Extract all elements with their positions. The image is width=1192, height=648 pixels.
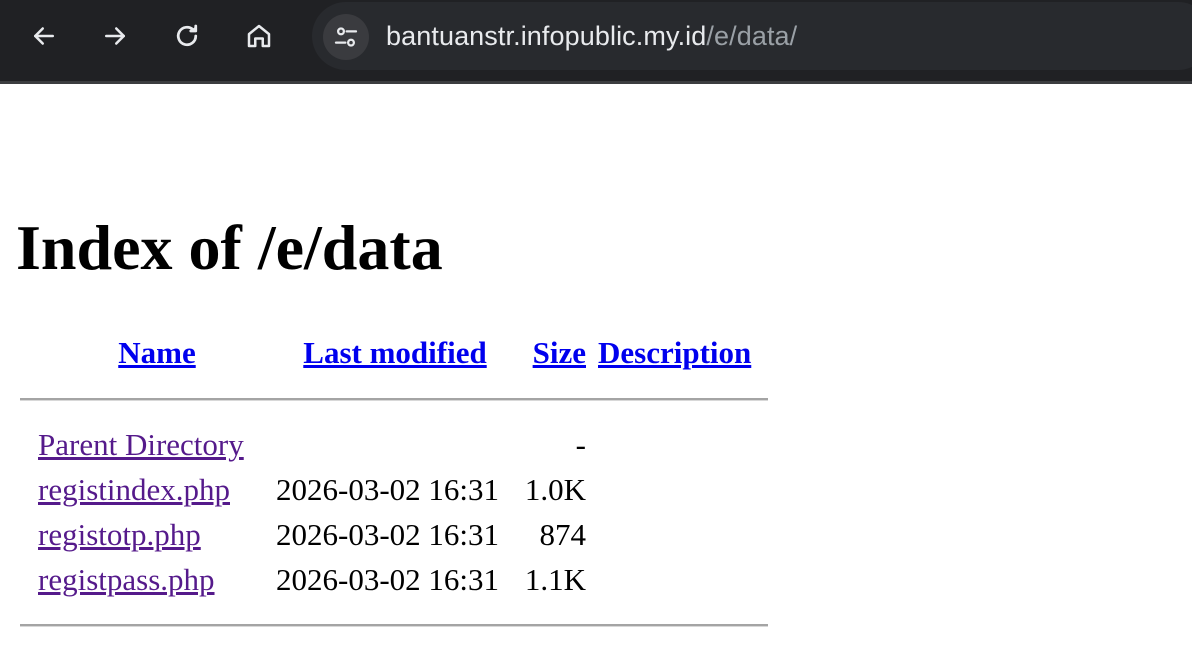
parent-size: - [575, 426, 586, 462]
sort-by-description-link[interactable]: Description [598, 335, 751, 370]
site-settings-icon [334, 27, 358, 47]
top-divider [20, 397, 768, 401]
file-modified: 2026-03-02 16:31 [276, 561, 500, 597]
browser-toolbar: bantuanstr.infopublic.my.id/e/data/ [0, 0, 1192, 84]
size-column-header: Size [514, 330, 586, 376]
file-table: Name Last modified Size Description Pare… [20, 330, 768, 648]
url-host: bantuanstr.infopublic.my.id [386, 21, 707, 51]
file-modified: 2026-03-02 16:31 [276, 516, 500, 552]
parent-directory-link[interactable]: Parent Directory [38, 427, 244, 462]
description-column-header: Description [586, 330, 768, 376]
file-link-registotp[interactable]: registotp.php [38, 517, 201, 552]
back-arrow-icon [34, 27, 54, 45]
icon-column-header [20, 330, 38, 376]
file-description [586, 512, 768, 557]
reload-icon [176, 24, 198, 47]
sort-by-last-modified-link[interactable]: Last modified [303, 335, 486, 370]
forward-button[interactable] [92, 13, 138, 59]
bottom-divider [20, 623, 768, 627]
table-row: registpass.php 2026-03-02 16:31 1.1K [20, 557, 768, 602]
url-path: /e/data/ [706, 21, 798, 51]
reload-button[interactable] [164, 13, 210, 59]
separator-row [20, 602, 768, 648]
name-column-header: Name [38, 330, 276, 376]
file-description [586, 467, 768, 512]
table-header-row: Name Last modified Size Description [20, 330, 768, 376]
table-row: registotp.php 2026-03-02 16:31 874 [20, 512, 768, 557]
home-icon [247, 24, 271, 48]
separator-row [20, 376, 768, 422]
file-size: 1.1K [524, 561, 586, 597]
url-text[interactable]: bantuanstr.infopublic.my.id/e/data/ [386, 2, 797, 70]
site-settings-button[interactable] [323, 14, 369, 60]
file-link-registpass[interactable]: registpass.php [38, 562, 215, 597]
address-bar[interactable]: bantuanstr.infopublic.my.id/e/data/ [312, 2, 1192, 70]
back-button[interactable] [21, 13, 67, 59]
file-size: 1.0K [524, 471, 586, 507]
file-size: 874 [539, 516, 587, 552]
sort-by-name-link[interactable]: Name [118, 335, 195, 370]
table-row: Parent Directory - [20, 422, 768, 467]
home-button[interactable] [236, 13, 282, 59]
page-title: Index of /e/data [16, 212, 443, 283]
sort-by-size-link[interactable]: Size [533, 335, 586, 370]
file-link-registindex[interactable]: registindex.php [38, 472, 230, 507]
file-description [586, 557, 768, 602]
table-row: registindex.php 2026-03-02 16:31 1.0K [20, 467, 768, 512]
forward-arrow-icon [105, 27, 125, 45]
last-modified-column-header: Last modified [276, 330, 514, 376]
file-modified: 2026-03-02 16:31 [276, 471, 500, 507]
